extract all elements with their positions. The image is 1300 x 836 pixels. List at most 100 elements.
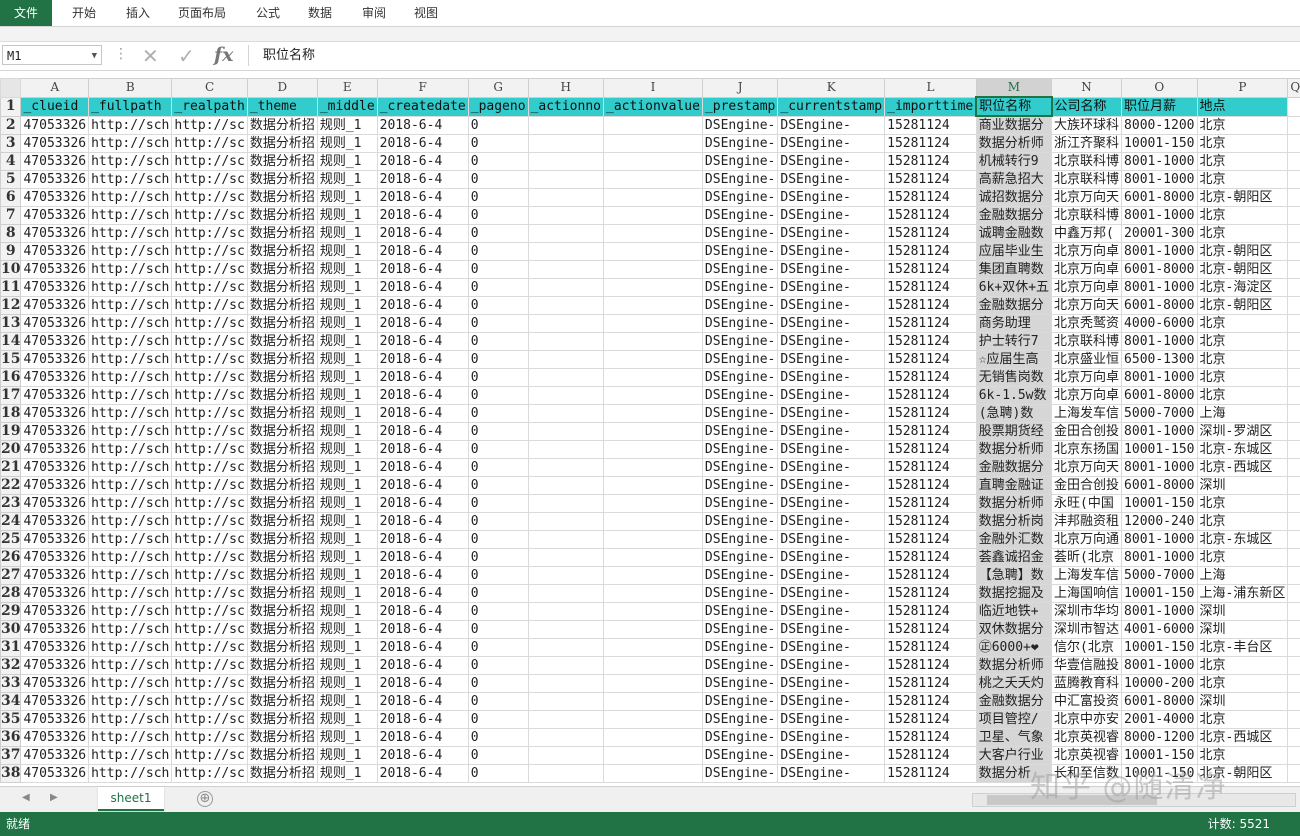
cell[interactable]: 47053326 [20,404,90,423]
cell[interactable]: 华壹信融投 [1051,656,1123,675]
column-header-n[interactable]: N [1051,78,1123,98]
cell[interactable] [527,494,605,513]
cell[interactable]: 北京 [1196,332,1289,351]
cell[interactable]: http://sch [88,206,173,225]
cell[interactable] [1287,170,1300,189]
cell[interactable] [527,278,605,297]
cell[interactable]: 北京-海淀区 [1196,278,1289,297]
cell[interactable] [1287,368,1300,387]
scroll-left-icon[interactable]: ◀ [22,792,30,803]
cell[interactable]: DSEngine- [777,332,886,351]
cell[interactable]: http://sch [88,134,173,153]
cell[interactable]: DSEngine- [701,188,779,207]
cell[interactable] [1287,602,1300,621]
cell[interactable] [527,332,605,351]
cell[interactable]: 规则_1 [316,476,378,495]
cell[interactable]: 规则_1 [316,296,378,315]
cell[interactable]: 10001-150 [1121,764,1198,783]
cell[interactable] [527,656,605,675]
cell[interactable]: 2018-6-4 [376,350,469,369]
cell[interactable]: 47053326 [20,656,90,675]
cell[interactable]: 15281124 [884,638,977,657]
row-header[interactable]: 2 [0,115,22,135]
cell[interactable]: http://sc [171,134,248,153]
enter-check-icon[interactable]: ✓ [178,44,195,68]
cell[interactable]: DSEngine- [777,206,886,225]
cell[interactable]: 上海-浦东新区 [1196,584,1289,603]
cell[interactable]: 规则_1 [316,728,378,747]
cell[interactable] [1287,152,1300,171]
cell[interactable] [603,728,703,747]
cell[interactable]: 北京万向天 [1051,296,1123,315]
cell[interactable] [527,170,605,189]
cell[interactable]: DSEngine- [701,170,779,189]
cell[interactable]: 数据分析招 [246,242,318,261]
cell[interactable] [1287,674,1300,693]
cell[interactable] [527,476,605,495]
cell[interactable]: DSEngine- [777,494,886,513]
spreadsheet-grid[interactable]: ABCDEFGHIJKLMNOPQR 1_clueid_fullpath_rea… [0,78,1300,786]
cell[interactable]: _importtime [884,96,977,117]
cell[interactable]: http://sch [88,404,173,423]
cell[interactable]: DSEngine- [777,728,886,747]
cell[interactable]: DSEngine- [701,746,779,765]
cell[interactable]: DSEngine- [701,458,779,477]
cell[interactable]: 2018-6-4 [376,764,469,783]
cell[interactable]: 47053326 [20,530,90,549]
cell[interactable]: 8001-1000 [1121,278,1198,297]
cell[interactable]: 0 [467,494,529,513]
row-header[interactable]: 19 [0,422,22,441]
cell[interactable]: 15281124 [884,584,977,603]
cell[interactable]: 47053326 [20,584,90,603]
cell[interactable]: 北京 [1196,494,1289,513]
cell[interactable]: 规则_1 [316,548,378,567]
cell[interactable]: 0 [467,260,529,279]
cell[interactable]: 2018-6-4 [376,476,469,495]
cell[interactable]: DSEngine- [701,674,779,693]
cell[interactable] [1287,224,1300,243]
cell[interactable]: 15281124 [884,188,977,207]
row-header[interactable]: 17 [0,386,22,405]
cell[interactable]: 北京万向卓 [1051,260,1123,279]
cell[interactable]: 47053326 [20,746,90,765]
cell[interactable]: 规则_1 [316,422,378,441]
row-header[interactable]: 34 [0,692,22,711]
tab-page-layout[interactable]: 页面布局 [170,0,234,26]
cell[interactable] [527,440,605,459]
cell[interactable]: http://sc [171,548,248,567]
cell[interactable]: 4001-6000 [1121,620,1198,639]
cell[interactable]: 8000-1200 [1121,728,1198,747]
cell[interactable] [1287,278,1300,297]
column-header-l[interactable]: L [884,78,977,98]
cell[interactable]: _middle [316,96,378,117]
cell[interactable]: 2018-6-4 [376,620,469,639]
cell[interactable]: DSEngine- [777,458,886,477]
cell[interactable]: 北京万向卓 [1051,278,1123,297]
cell[interactable]: 6001-8000 [1121,476,1198,495]
cell[interactable]: 15281124 [884,440,977,459]
cell[interactable] [603,188,703,207]
cell[interactable]: http://sch [88,476,173,495]
row-header[interactable]: 28 [0,584,22,603]
cell[interactable]: DSEngine- [701,530,779,549]
cell[interactable]: http://sc [171,368,248,387]
cell[interactable]: 规则_1 [316,440,378,459]
cell[interactable] [527,242,605,261]
cell[interactable]: 2018-6-4 [376,404,469,423]
cell[interactable]: 8001-1000 [1121,242,1198,261]
cell[interactable]: 15281124 [884,530,977,549]
cell[interactable]: 数据分析招 [246,350,318,369]
cell[interactable]: http://sc [171,692,248,711]
cell[interactable]: 数据分析招 [246,458,318,477]
cell[interactable]: DSEngine- [777,152,886,171]
cell[interactable]: 数据分析 [975,764,1053,783]
cell[interactable]: DSEngine- [777,566,886,585]
cell[interactable] [527,584,605,603]
cell[interactable]: 北京 [1196,152,1289,171]
cell[interactable]: 规则_1 [316,134,378,153]
cell[interactable]: 北京 [1196,386,1289,405]
column-header-b[interactable]: B [88,78,173,98]
cell[interactable]: 规则_1 [316,494,378,513]
cell[interactable]: 15281124 [884,242,977,261]
cell[interactable]: 北京-西城区 [1196,458,1289,477]
